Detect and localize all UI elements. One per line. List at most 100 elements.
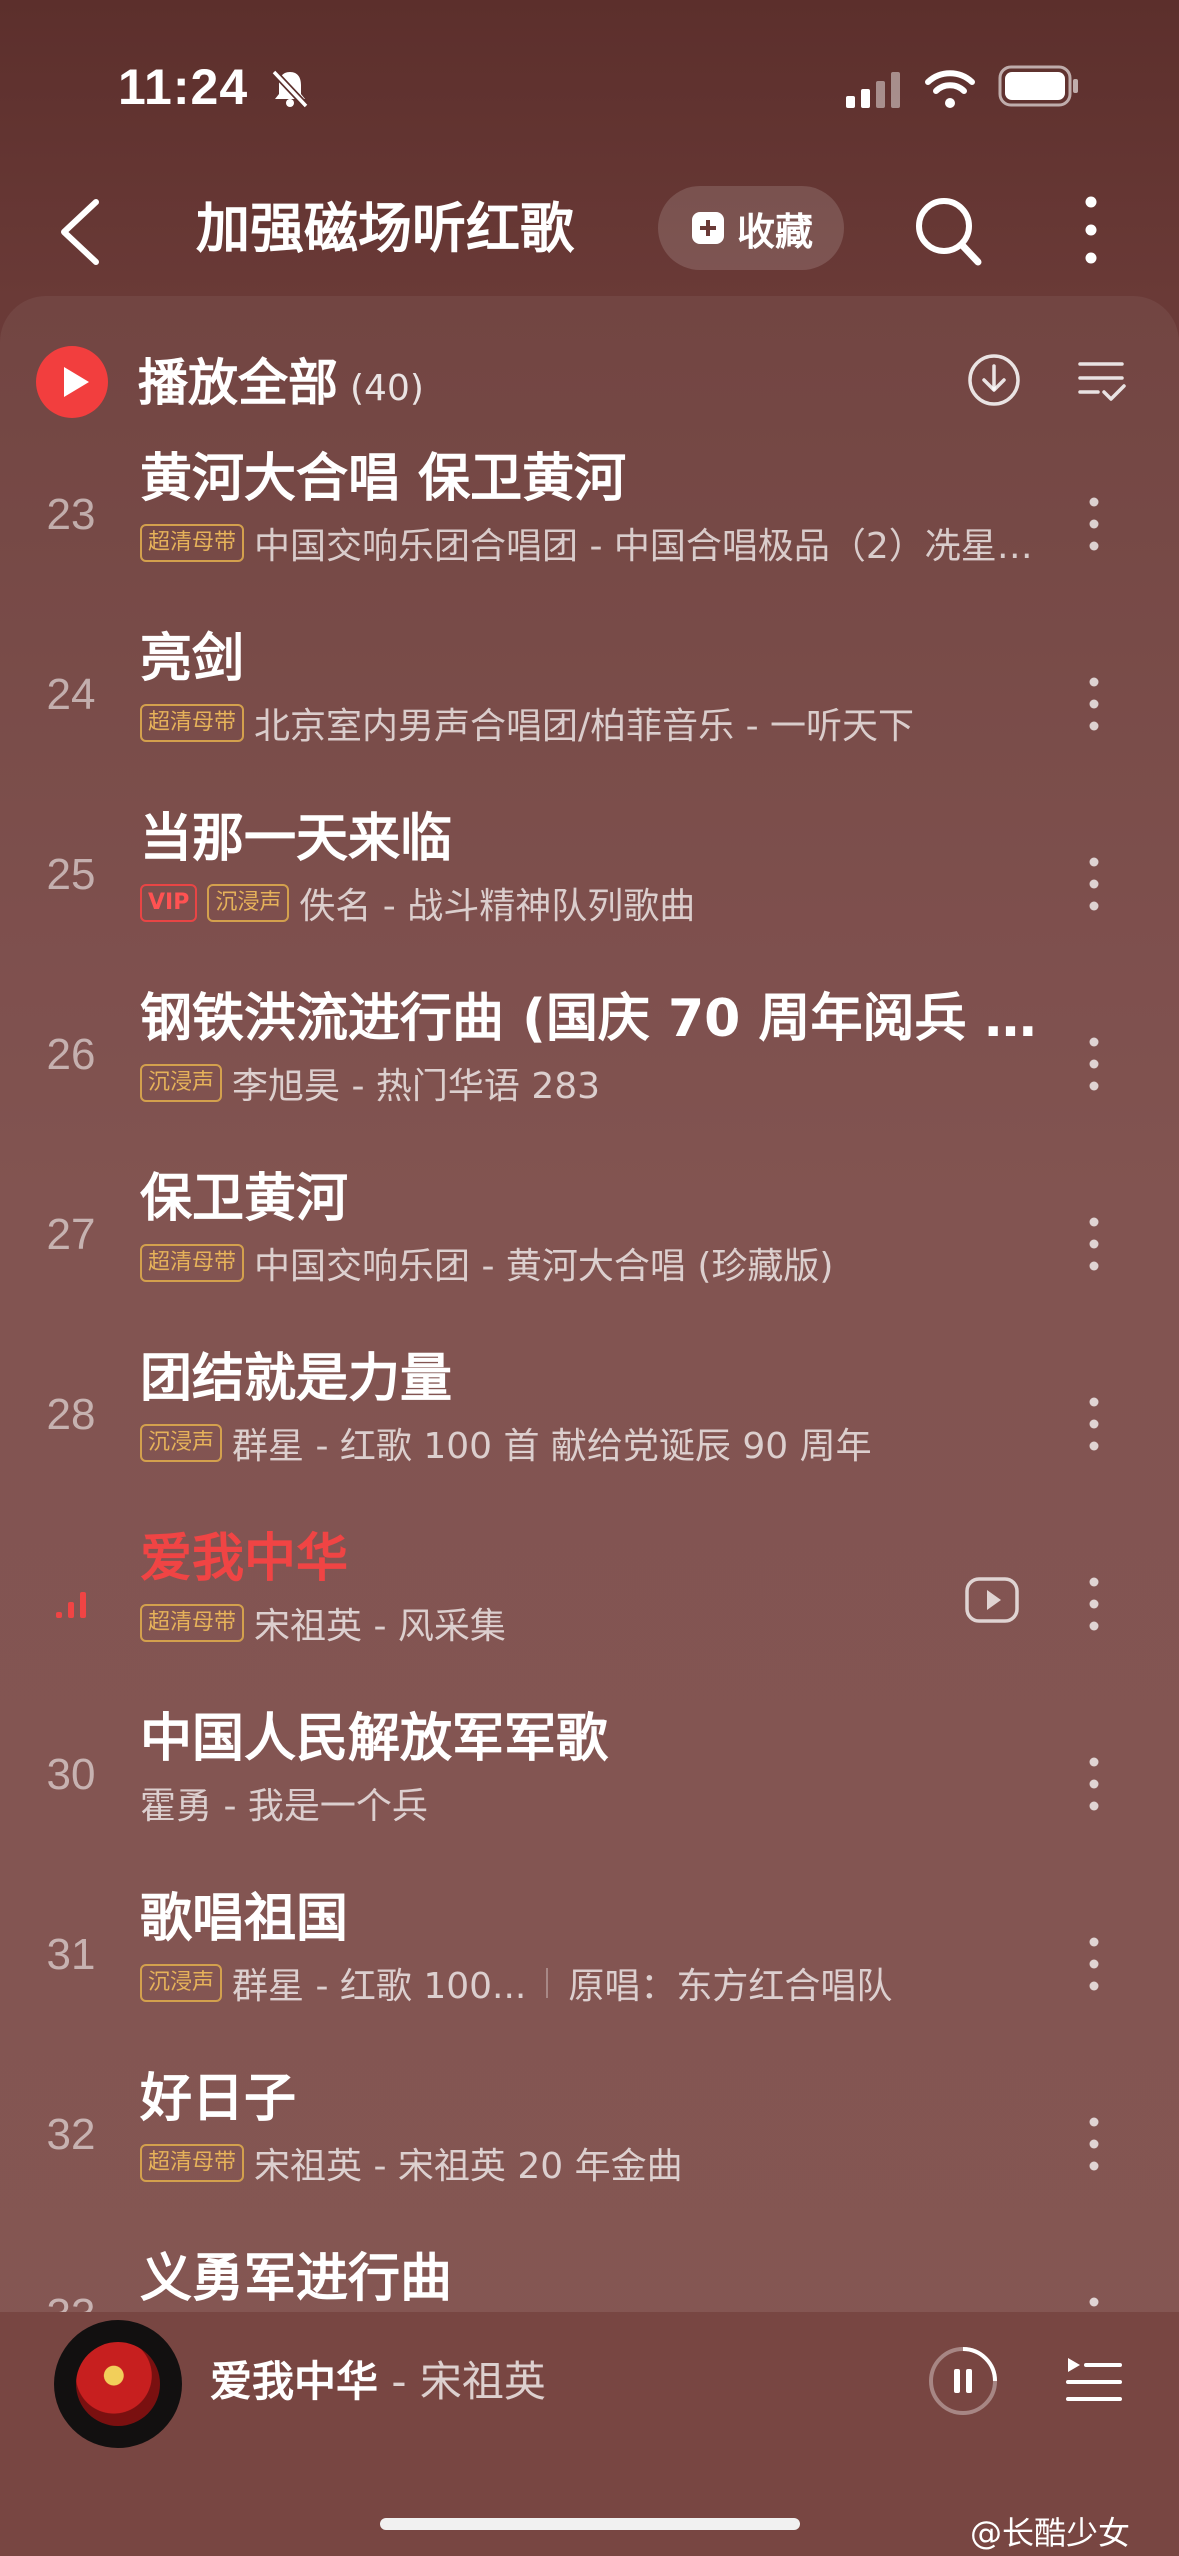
song-title: 中国人民解放军军歌: [140, 1709, 609, 1769]
song-more-icon[interactable]: [1082, 1214, 1106, 1274]
song-more-icon[interactable]: [1082, 1754, 1106, 1814]
status-time: 11:24: [118, 59, 249, 115]
song-subtitle: 超清母带 北京室内男声合唱团/柏菲音乐 - 一听天下: [140, 698, 1040, 748]
song-artist-album: 北京室内男声合唱团/柏菲音乐 - 一听天下: [254, 706, 915, 747]
song-more-icon[interactable]: [1082, 1934, 1106, 1994]
favorite-label: 收藏: [736, 209, 813, 254]
quality-tag: 沉浸声: [140, 1964, 223, 2002]
song-more-icon[interactable]: [1082, 2294, 1106, 2312]
silent-bell-icon: [271, 69, 309, 109]
song-subtitle: 沉浸声 群星 - 红歌 100 首 献给党诞辰 90 周年: [140, 1418, 1040, 1468]
song-rank: 26: [46, 1030, 96, 1079]
now-playing-artist: 宋祖英: [419, 2357, 546, 2406]
playlist-queue-icon[interactable]: [1066, 2354, 1122, 2410]
now-playing-info[interactable]: 爱我中华 - 宋祖英: [210, 2352, 546, 2412]
song-more-icon[interactable]: [1082, 674, 1106, 734]
song-rank: 30: [46, 1750, 96, 1799]
song-rank: 23: [46, 490, 96, 539]
song-rank: 33: [0, 2290, 142, 2312]
quality-tag: 超清母带: [140, 704, 245, 742]
song-artist-album: 群星 - 红歌 100 首 献给党诞辰 90 周年: [232, 1426, 872, 1467]
song-subtitle: 超清母带 宋祖英 - 宋祖英 20 年金曲: [140, 2138, 1040, 2188]
watermark: @长酷少女: [970, 2514, 1131, 2552]
song-rank: 24: [46, 670, 96, 719]
song-artist-album: 中国交响乐团 - 黄河大合唱 (珍藏版): [254, 1246, 834, 1287]
add-collection-icon: [691, 212, 724, 244]
song-artist-album: 中国交响乐团合唱团 - 中国合唱极品（2）冼星…: [254, 526, 1033, 567]
play-all-text: 播放全部: [138, 354, 338, 412]
song-title: 义勇军进行曲: [140, 2249, 453, 2309]
song-row[interactable]: 26 钢铁洪流进行曲 (国庆 70 周年阅兵 BG... 沉浸声 李旭昊 - 热…: [0, 984, 1179, 1164]
song-title: 保卫黄河: [140, 1169, 349, 1229]
song-rank: 27: [46, 1210, 96, 1259]
song-rank: 31: [46, 1930, 96, 1979]
now-playing-bars-icon: [56, 1592, 86, 1618]
multi-select-icon[interactable]: [1076, 354, 1128, 406]
song-subtitle: VIP 沉浸声 佚名 - 战斗精神队列歌曲: [140, 878, 1040, 928]
song-row[interactable]: 33 义勇军进行曲: [0, 2244, 1179, 2312]
mv-play-icon[interactable]: [964, 1572, 1020, 1628]
original-singer: 原唱：东方红合唱队: [568, 1966, 893, 2007]
song-row[interactable]: 31 歌唱祖国 沉浸声 群星 - 红歌 100... 原唱：东方红合唱队: [0, 1884, 1179, 2064]
song-more-icon[interactable]: [1082, 1034, 1106, 1094]
song-more-icon[interactable]: [1082, 2114, 1106, 2174]
song-title: 团结就是力量: [140, 1349, 453, 1409]
song-more-icon[interactable]: [1082, 494, 1106, 554]
quality-tag: 超清母带: [140, 1604, 245, 1642]
now-playing-title: 爱我中华: [210, 2357, 379, 2406]
song-title: 爱我中华: [140, 1529, 349, 1589]
song-row-playing[interactable]: 爱我中华 超清母带 宋祖英 - 风采集: [0, 1524, 1179, 1704]
quality-tag: 沉浸声: [207, 884, 290, 922]
song-more-icon[interactable]: [1082, 1574, 1106, 1634]
song-row[interactable]: 23 黄河大合唱 保卫黄河 超清母带 中国交响乐团合唱团 - 中国合唱极品（2）…: [0, 444, 1179, 624]
back-button[interactable]: [52, 192, 110, 272]
song-title: 歌唱祖国: [140, 1889, 349, 1949]
search-icon[interactable]: [912, 192, 984, 268]
song-row[interactable]: 28 团结就是力量 沉浸声 群星 - 红歌 100 首 献给党诞辰 90 周年: [0, 1344, 1179, 1524]
song-rank: 32: [46, 2110, 96, 2159]
song-title: 好日子: [140, 2069, 297, 2129]
wifi-icon: [925, 70, 975, 108]
song-row[interactable]: 32 好日子 超清母带 宋祖英 - 宋祖英 20 年金曲: [0, 2064, 1179, 2244]
song-artist-album: 霍勇 - 我是一个兵: [140, 1786, 428, 1827]
song-artist-album: 佚名 - 战斗精神队列歌曲: [299, 886, 696, 927]
battery-icon: [998, 65, 1078, 107]
quality-tag: 超清母带: [140, 1244, 245, 1282]
home-indicator[interactable]: [380, 2518, 800, 2530]
song-subtitle: 超清母带 中国交响乐团 - 黄河大合唱 (珍藏版): [140, 1238, 1040, 1288]
download-icon[interactable]: [966, 352, 1022, 408]
song-row[interactable]: 24 亮剑 超清母带 北京室内男声合唱团/柏菲音乐 - 一听天下: [0, 624, 1179, 804]
more-options-icon[interactable]: [1076, 190, 1106, 270]
play-all-button[interactable]: [36, 346, 108, 418]
song-rank: 25: [46, 850, 96, 899]
song-artist-album: 李旭昊 - 热门华语 283: [232, 1066, 601, 1107]
play-all-label[interactable]: 播放全部 (40): [138, 350, 424, 422]
song-subtitle: 超清母带 宋祖英 - 风采集: [140, 1598, 1040, 1648]
song-more-icon[interactable]: [1082, 1394, 1106, 1454]
song-artist-album: 群星 - 红歌 100...: [232, 1966, 527, 2007]
song-count: (40): [350, 368, 424, 409]
cellular-signal-icon: [846, 72, 900, 108]
song-subtitle: 沉浸声 群星 - 红歌 100... 原唱：东方红合唱队: [140, 1958, 1040, 2008]
now-playing-separator: -: [378, 2357, 420, 2406]
song-subtitle: 霍勇 - 我是一个兵: [140, 1778, 1040, 1828]
divider: [546, 1968, 549, 1998]
song-subtitle: 超清母带 中国交响乐团合唱团 - 中国合唱极品（2）冼星…: [140, 518, 1040, 568]
song-row[interactable]: 30 中国人民解放军军歌 霍勇 - 我是一个兵: [0, 1704, 1179, 1884]
quality-tag: 沉浸声: [140, 1424, 223, 1462]
song-artist-album: 宋祖英 - 风采集: [254, 1606, 506, 1647]
song-title: 亮剑: [140, 629, 245, 689]
song-artist-album: 宋祖英 - 宋祖英 20 年金曲: [254, 2146, 683, 2187]
song-title: 钢铁洪流进行曲 (国庆 70 周年阅兵 BG...: [140, 989, 1040, 1049]
page-title: 加强磁场听红歌: [196, 197, 574, 260]
song-row[interactable]: 27 保卫黄河 超清母带 中国交响乐团 - 黄河大合唱 (珍藏版): [0, 1164, 1179, 1344]
favorite-button[interactable]: 收藏: [658, 186, 844, 270]
quality-tag: 沉浸声: [140, 1064, 223, 1102]
song-title: 黄河大合唱 保卫黄河: [140, 449, 627, 509]
play-icon: [64, 367, 89, 397]
song-more-icon[interactable]: [1082, 854, 1106, 914]
song-rank: 28: [46, 1390, 96, 1439]
pause-button[interactable]: [928, 2346, 998, 2416]
song-row[interactable]: 25 当那一天来临 VIP 沉浸声 佚名 - 战斗精神队列歌曲: [0, 804, 1179, 984]
quality-tag: 超清母带: [140, 2144, 245, 2182]
